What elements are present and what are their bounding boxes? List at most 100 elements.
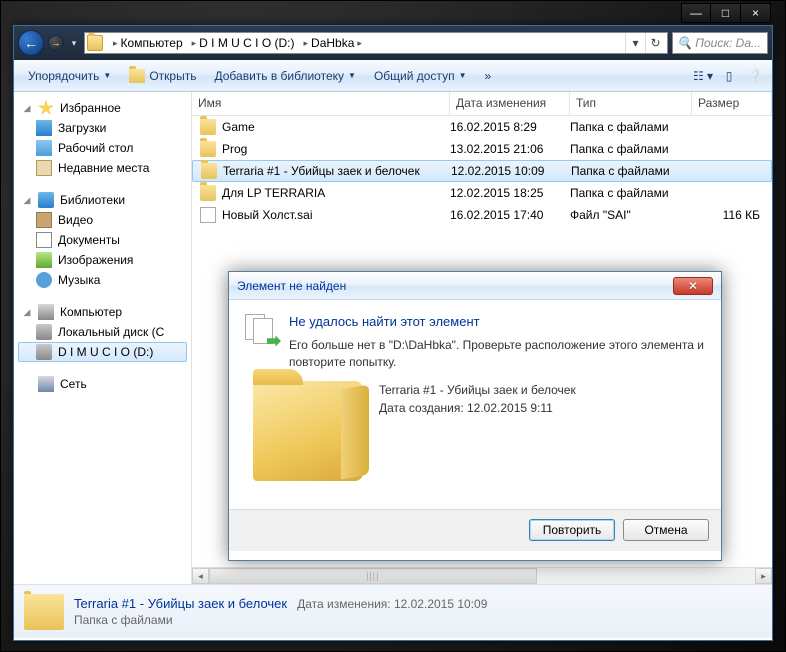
recent-icon (36, 160, 52, 176)
preview-pane-button[interactable]: ▯ (718, 65, 740, 87)
file-row[interactable]: Prog 13.02.2015 21:06Папка с файлами (192, 138, 772, 160)
file-type: Файл "SAI" (570, 208, 692, 222)
scroll-thumb[interactable]: |||| (209, 568, 537, 584)
navigation-bar: ← → ▾ ▸Компьютер ▸D I M U C I O (D:) ▸Da… (14, 26, 772, 60)
help-button[interactable]: ❔ (744, 65, 766, 87)
download-icon (36, 120, 52, 136)
video-icon (36, 212, 52, 228)
error-dialog: Элемент не найден ✕ Не удалось найти это… (228, 271, 722, 561)
desktop-icon (36, 140, 52, 156)
refresh-button[interactable]: ↻ (645, 33, 665, 53)
details-subtitle: Папка с файлами (74, 613, 487, 627)
refresh-file-icon (245, 314, 277, 346)
folder-icon (200, 185, 216, 201)
breadcrumb-segment[interactable]: ▸Компьютер (107, 33, 186, 53)
more-commands[interactable]: » (476, 64, 499, 88)
share-button[interactable]: Общий доступ▼ (366, 64, 475, 88)
document-icon (36, 232, 52, 248)
horizontal-scrollbar[interactable]: ◂ |||| ▸ (192, 567, 772, 584)
scroll-right-button[interactable]: ▸ (755, 568, 772, 584)
disk-icon (36, 344, 52, 360)
minimize-button[interactable]: — (681, 3, 711, 23)
scroll-left-button[interactable]: ◂ (192, 568, 209, 584)
dialog-item-name: Terraria #1 - Убийцы заек и белочек (379, 381, 705, 399)
sidebar-item-disk-d[interactable]: D I M U C I O (D:) (18, 342, 187, 362)
computer-icon (38, 304, 54, 320)
sidebar-item-music[interactable]: Музыка (14, 270, 191, 290)
file-type: Папка с файлами (570, 120, 692, 134)
organize-button[interactable]: Упорядочить▼ (20, 64, 119, 88)
disk-icon (36, 324, 52, 340)
command-bar: Упорядочить▼ Открыть Добавить в библиоте… (14, 60, 772, 92)
star-icon (38, 100, 54, 116)
view-button[interactable]: ☷ ▾ (692, 65, 714, 87)
maximize-button[interactable]: □ (711, 3, 741, 23)
address-dropdown[interactable]: ▾ (625, 33, 645, 53)
sidebar-item-desktop[interactable]: Рабочий стол (14, 138, 191, 158)
dialog-heading: Не удалось найти этот элемент (289, 314, 705, 329)
file-type: Папка с файлами (571, 164, 693, 178)
file-date: 12.02.2015 18:25 (450, 186, 570, 200)
dialog-item-created: Дата создания: 12.02.2015 9:11 (379, 399, 705, 417)
file-name: Новый Холст.sai (222, 208, 313, 222)
file-row[interactable]: Terraria #1 - Убийцы заек и белочек 12.02… (192, 160, 772, 182)
sidebar-item-images[interactable]: Изображения (14, 250, 191, 270)
sidebar-item-documents[interactable]: Документы (14, 230, 191, 250)
file-type: Папка с файлами (570, 142, 692, 156)
file-date: 16.02.2015 17:40 (450, 208, 570, 222)
breadcrumb-segment[interactable]: ▸D I M U C I O (D:) (186, 33, 298, 53)
history-dropdown[interactable]: ▾ (68, 35, 80, 51)
forward-button[interactable]: → (48, 35, 64, 51)
search-input[interactable]: 🔍 Поиск: Da... (672, 32, 768, 54)
file-date: 12.02.2015 10:09 (451, 164, 571, 178)
sidebar-network[interactable]: Сеть (14, 374, 191, 394)
file-row[interactable]: Для LP TERRARIA 12.02.2015 18:25Папка с ф… (192, 182, 772, 204)
file-name: Prog (222, 142, 247, 156)
music-icon (36, 272, 52, 288)
details-meta-value: 12.02.2015 10:09 (394, 597, 487, 611)
back-button[interactable]: ← (18, 30, 44, 56)
column-name[interactable]: Имя (192, 92, 450, 115)
location-icon (87, 35, 103, 51)
dialog-titlebar[interactable]: Элемент не найден ✕ (229, 272, 721, 300)
file-type: Папка с файлами (570, 186, 692, 200)
file-row[interactable]: Game 16.02.2015 8:29Папка с файлами (192, 116, 772, 138)
column-size[interactable]: Размер (692, 92, 772, 115)
file-date: 16.02.2015 8:29 (450, 120, 570, 134)
folder-open-icon (129, 69, 145, 83)
sidebar-item-disk-c[interactable]: Локальный диск (C (14, 322, 191, 342)
file-name: Для LP TERRARIA (222, 186, 325, 200)
file-row[interactable]: Новый Холст.sai 16.02.2015 17:40Файл "SAI… (192, 204, 772, 226)
file-icon (200, 207, 216, 223)
search-icon: 🔍 (677, 36, 692, 50)
sidebar-item-video[interactable]: Видео (14, 210, 191, 230)
sidebar-item-downloads[interactable]: Загрузки (14, 118, 191, 138)
dialog-button-row: Повторить Отмена (229, 509, 721, 551)
sidebar-libraries[interactable]: ◢Библиотеки (14, 190, 191, 210)
dialog-close-button[interactable]: ✕ (673, 277, 713, 295)
cancel-button[interactable]: Отмена (623, 519, 709, 541)
sidebar-computer[interactable]: ◢Компьютер (14, 302, 191, 322)
add-to-library-button[interactable]: Добавить в библиотеку▼ (206, 64, 363, 88)
breadcrumb-segment[interactable]: ▸DaHbka▸ (298, 33, 368, 53)
folder-icon (200, 141, 216, 157)
details-meta-label: Дата изменения: (297, 597, 391, 611)
dialog-title: Элемент не найден (237, 279, 673, 293)
sidebar-item-recent[interactable]: Недавние места (14, 158, 191, 178)
folder-icon (24, 594, 64, 630)
close-button[interactable]: × (741, 3, 771, 23)
folder-large-icon (253, 381, 363, 481)
file-date: 13.02.2015 21:06 (450, 142, 570, 156)
file-name: Terraria #1 - Убийцы заек и белочек (223, 164, 420, 178)
details-pane: Terraria #1 - Убийцы заек и белочек Дата… (14, 584, 772, 638)
column-date[interactable]: Дата изменения (450, 92, 570, 115)
file-name: Game (222, 120, 255, 134)
retry-button[interactable]: Повторить (529, 519, 615, 541)
column-type[interactable]: Тип (570, 92, 692, 115)
address-bar[interactable]: ▸Компьютер ▸D I M U C I O (D:) ▸DaHbka▸ … (84, 32, 668, 54)
navigation-pane: ◢Избранное Загрузки Рабочий стол Недавни… (14, 92, 192, 584)
sidebar-favorites[interactable]: ◢Избранное (14, 98, 191, 118)
library-icon (38, 192, 54, 208)
details-title: Terraria #1 - Убийцы заек и белочек (74, 596, 287, 611)
open-button[interactable]: Открыть (121, 64, 204, 88)
